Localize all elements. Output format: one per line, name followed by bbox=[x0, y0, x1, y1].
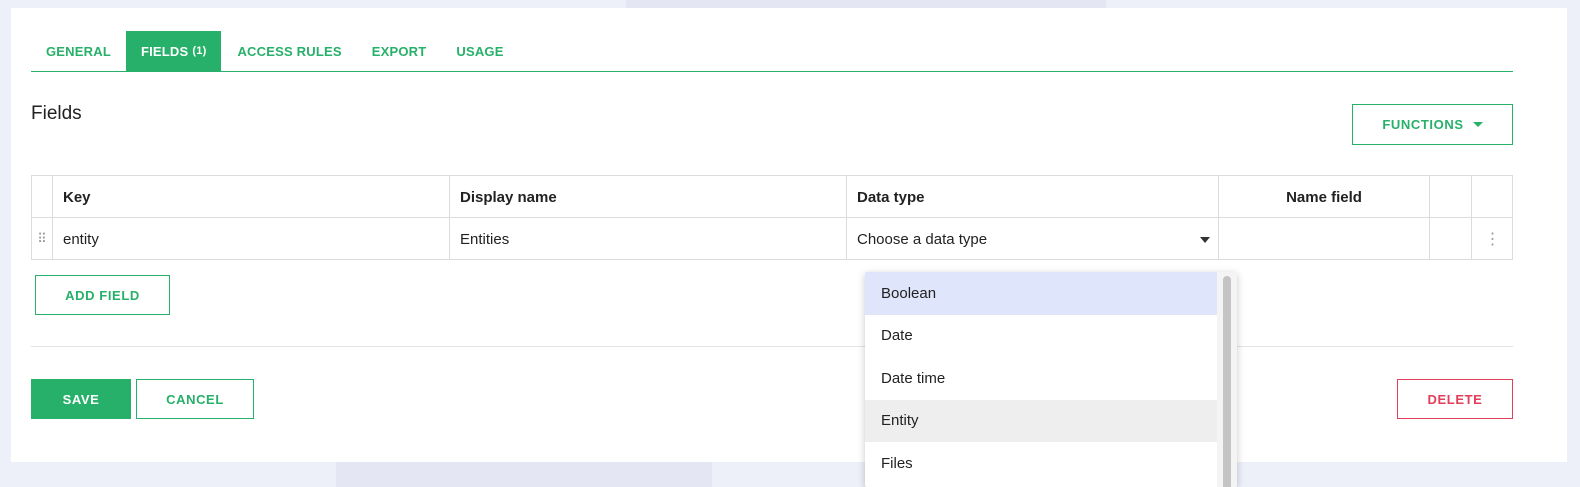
fields-table: Key Display name Data type Name field ⠿ … bbox=[31, 175, 1513, 260]
data-type-select[interactable]: Choose a data type bbox=[847, 218, 1219, 260]
data-type-placeholder: Choose a data type bbox=[857, 230, 988, 248]
background-shape bbox=[626, 0, 1106, 8]
more-vertical-icon[interactable]: ⋮ bbox=[1472, 218, 1513, 260]
tab-access-rules[interactable]: ACCESS RULES bbox=[221, 31, 356, 71]
name-field-cell[interactable] bbox=[1219, 218, 1430, 260]
save-button[interactable]: SAVE bbox=[31, 379, 131, 419]
divider bbox=[31, 346, 1513, 347]
dropdown-option-date-time[interactable]: Date time bbox=[865, 357, 1217, 400]
caret-down-icon bbox=[1472, 122, 1483, 127]
background-shape bbox=[336, 458, 712, 487]
add-field-button[interactable]: ADD FIELD bbox=[35, 275, 170, 315]
column-header-data-type: Data type bbox=[847, 176, 1219, 218]
tab-label: USAGE bbox=[456, 43, 504, 59]
display-name-cell[interactable]: Entities bbox=[450, 218, 847, 260]
tab-count: (1) bbox=[192, 45, 207, 57]
column-header-key: Key bbox=[53, 176, 450, 218]
functions-label: FUNCTIONS bbox=[1382, 117, 1464, 132]
dropdown-option-files[interactable]: Files bbox=[865, 442, 1217, 485]
cancel-label: CANCEL bbox=[166, 391, 224, 407]
column-header-blank bbox=[1430, 176, 1472, 218]
add-field-label: ADD FIELD bbox=[65, 287, 140, 303]
table-row: ⠿ entity Entities Choose a data type ⋮ bbox=[32, 218, 1512, 260]
tab-label: GENERAL bbox=[46, 43, 111, 59]
drag-column-header bbox=[32, 176, 53, 218]
tab-label: FIELDS bbox=[140, 43, 189, 59]
key-cell[interactable]: entity bbox=[53, 218, 450, 260]
column-header-display-name: Display name bbox=[450, 176, 847, 218]
caret-down-icon bbox=[1200, 237, 1210, 243]
delete-label: DELETE bbox=[1427, 391, 1483, 407]
delete-button[interactable]: DELETE bbox=[1397, 379, 1513, 419]
dropdown-option-entity[interactable]: Entity bbox=[865, 399, 1217, 442]
tab-label: EXPORT bbox=[371, 43, 427, 59]
page-title: Fields bbox=[31, 103, 82, 124]
column-header-actions bbox=[1472, 176, 1513, 218]
blank-cell bbox=[1430, 218, 1472, 260]
tab-bar: GENERAL FIELDS (1) ACCESS RULES EXPORT U… bbox=[31, 31, 1513, 72]
functions-button[interactable]: FUNCTIONS bbox=[1352, 104, 1513, 145]
tab-label: ACCESS RULES bbox=[237, 43, 342, 59]
column-header-name-field: Name field bbox=[1219, 176, 1430, 218]
tab-usage[interactable]: USAGE bbox=[441, 31, 518, 71]
cancel-button[interactable]: CANCEL bbox=[136, 379, 254, 419]
drag-handle-icon[interactable]: ⠿ bbox=[32, 218, 53, 260]
tab-fields[interactable]: FIELDS (1) bbox=[125, 31, 222, 71]
dropdown-option-boolean[interactable]: Boolean bbox=[865, 272, 1217, 315]
save-label: SAVE bbox=[62, 391, 100, 407]
table-header-row: Key Display name Data type Name field bbox=[32, 176, 1512, 218]
dropdown-option-date[interactable]: Date bbox=[865, 315, 1217, 358]
data-type-dropdown-menu: Boolean Date Date time Entity Files bbox=[865, 272, 1237, 487]
tab-export[interactable]: EXPORT bbox=[357, 31, 442, 71]
scrollbar-thumb[interactable] bbox=[1223, 276, 1231, 487]
tab-general[interactable]: GENERAL bbox=[31, 31, 126, 71]
